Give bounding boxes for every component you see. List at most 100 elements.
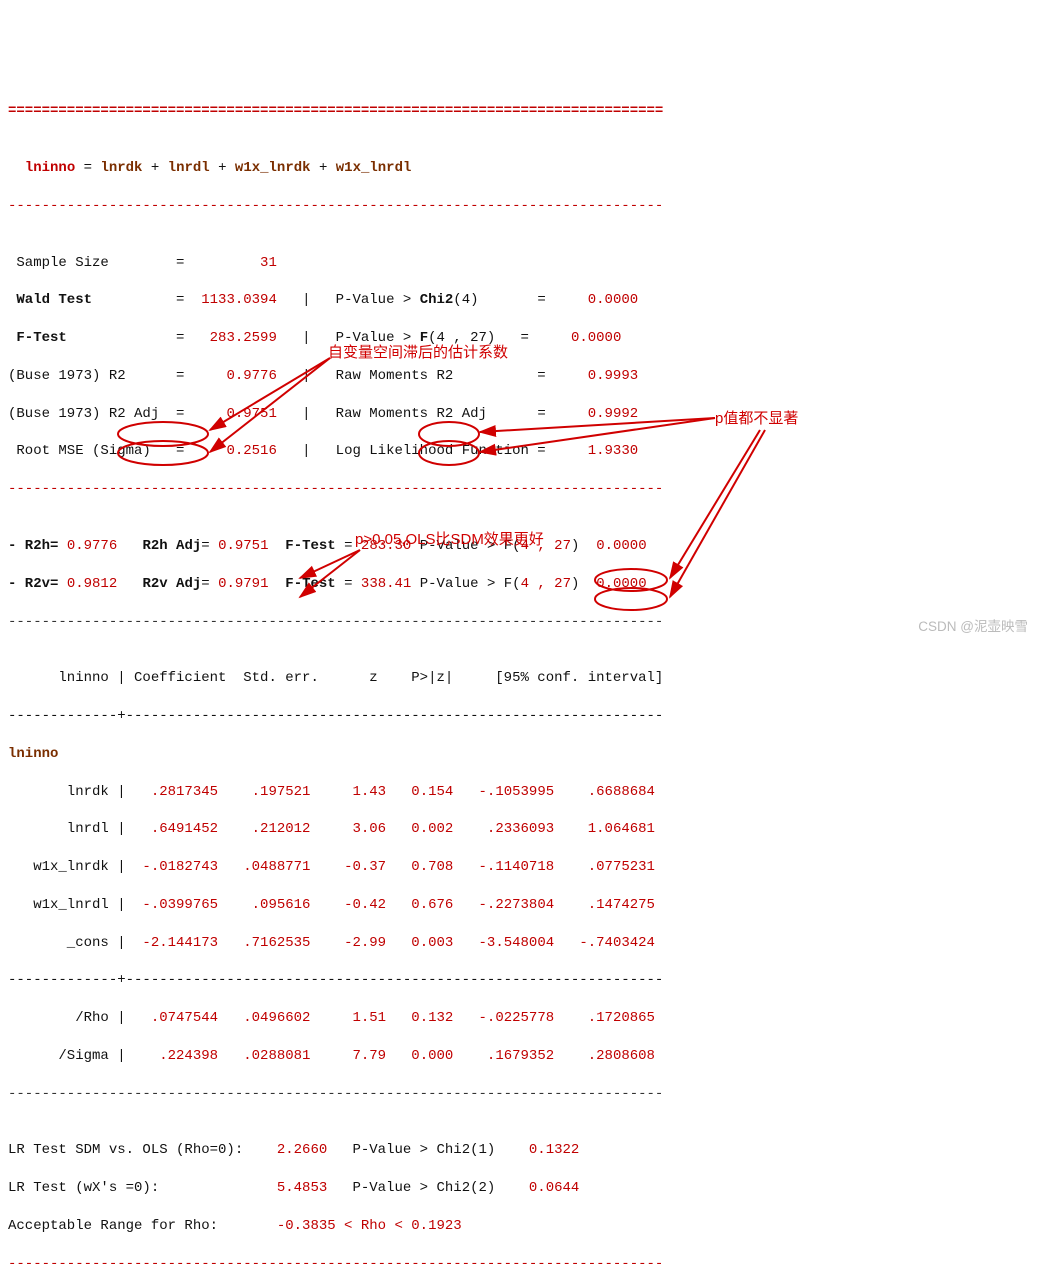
s: .197521 (218, 784, 310, 800)
n: _cons | (8, 935, 126, 951)
pvalue: 0.0000 (571, 330, 621, 346)
table-sep-1: -------------+--------------------------… (8, 707, 1032, 726)
lr-test-sdm-row: LR Test SDM vs. OLS (Rho=0): 2.2660 P-Va… (8, 1141, 1032, 1160)
rule-dash-bottom: ----------------------------------------… (8, 1255, 1032, 1274)
hi: .6688684 (554, 784, 655, 800)
label: Wald Test (8, 292, 92, 308)
pvalue-label: P-Value > (336, 292, 420, 308)
eq-t3: w1x_lnrdk (235, 160, 311, 176)
watermark: CSDN @泥壶映雪 (918, 618, 1028, 636)
p: 0.003 (386, 935, 453, 951)
raw-moments-adj: Raw Moments R2 Adj (336, 406, 487, 422)
sep: | (277, 330, 336, 346)
coef-row-sigma: /Sigma | .224398 .0288081 7.79 0.000 .16… (8, 1047, 1032, 1066)
lr-test-wx-row: LR Test (wX's =0): 5.4853 P-Value > Chi2… (8, 1179, 1032, 1198)
pvalue: 0.0000 (588, 292, 638, 308)
e: = (336, 576, 361, 592)
coef-row-w1x-lnrdk: w1x_lnrdk | -.0182743 .0488771 -0.37 0.7… (8, 858, 1032, 877)
lo: -3.548004 (453, 935, 554, 951)
z: 7.79 (310, 1048, 386, 1064)
hi: .1474275 (554, 897, 655, 913)
s: .095616 (218, 897, 310, 913)
lo: -.0225778 (453, 1010, 554, 1026)
z: -0.42 (310, 897, 386, 913)
lo: -.1140718 (453, 859, 554, 875)
c: = (201, 538, 218, 554)
tail: = (479, 292, 588, 308)
c: -.0182743 (126, 859, 218, 875)
mid: = (92, 292, 201, 308)
n: /Sigma | (8, 1048, 126, 1064)
annotation-lag-coeff: 自变量空间滞后的估计系数 (328, 343, 508, 363)
coef-row-rho: /Rho | .0747544 .0496602 1.51 0.132 -.02… (8, 1009, 1032, 1028)
h: ) (571, 576, 596, 592)
args: (4) (453, 292, 478, 308)
cv: 0.9791 (218, 576, 268, 592)
label: (Buse 1973) R2 = (8, 368, 226, 384)
log-likelihood: Log Likelihood Function = (336, 443, 588, 459)
hi: -.7403424 (554, 935, 655, 951)
rule-dash-2: ----------------------------------------… (8, 480, 1032, 499)
stat: 2.2660 (277, 1142, 327, 1158)
p: 0.676 (386, 897, 453, 913)
s: .7162535 (218, 935, 310, 951)
label: LR Test (wX's =0): (8, 1180, 277, 1196)
hi: 1.064681 (554, 821, 655, 837)
c: -2.144173 (126, 935, 218, 951)
annotation-ols-better: p>0.05,OLS比SDM效果更好 (355, 530, 544, 550)
p: 0.132 (386, 1010, 453, 1026)
range: -0.3835 < Rho < 0.1923 (277, 1218, 462, 1234)
p: 0.002 (386, 821, 453, 837)
lo: -.1053995 (453, 784, 554, 800)
value: 0.2516 (226, 443, 276, 459)
z: 3.06 (310, 821, 386, 837)
c: .6491452 (126, 821, 218, 837)
equation-line: lninno = lnrdk + lnrdl + w1x_lnrdk + w1x… (8, 159, 1032, 178)
hi: .1720865 (554, 1010, 655, 1026)
av: 0.9812 (67, 576, 117, 592)
g: 4 , 27 (521, 576, 571, 592)
c: .224398 (126, 1048, 218, 1064)
label: Root MSE (Sigma) = (8, 443, 226, 459)
mid: = (67, 330, 210, 346)
coef-row-w1x-lnrdl: w1x_lnrdl | -.0399765 .095616 -0.42 0.67… (8, 896, 1032, 915)
eq-op: = (75, 160, 100, 176)
tail: = (453, 368, 587, 384)
z: 1.43 (310, 784, 386, 800)
coef-row-lnrdl: lnrdl | .6491452 .212012 3.06 0.002 .233… (8, 820, 1032, 839)
pvalue: 0.0644 (529, 1180, 579, 1196)
eq-t4: w1x_lnrdl (336, 160, 412, 176)
buse-r2adj-row: (Buse 1973) R2 Adj = 0.9751 | Raw Moment… (8, 405, 1032, 424)
c: = (201, 576, 218, 592)
rvalue: 0.9992 (588, 406, 638, 422)
rule-dash-1: ----------------------------------------… (8, 197, 1032, 216)
z: -2.99 (310, 935, 386, 951)
pvalue: 0.1322 (529, 1142, 579, 1158)
z: 1.51 (310, 1010, 386, 1026)
sep: | (277, 406, 336, 422)
sep: | (277, 368, 336, 384)
f: P-Value > F( (411, 576, 520, 592)
value: 31 (260, 255, 277, 271)
label: Sample Size = (8, 255, 260, 271)
p: 0.000 (386, 1048, 453, 1064)
b: R2v Adj (117, 576, 201, 592)
section-label: lninno (8, 745, 1032, 764)
plus: + (210, 160, 235, 176)
eq-t1: lnrdk (100, 160, 142, 176)
b: R2h Adj (117, 538, 201, 554)
n: /Rho | (8, 1010, 126, 1026)
p: 0.154 (386, 784, 453, 800)
rvalue: 1.9330 (588, 443, 638, 459)
c: .0747544 (126, 1010, 218, 1026)
s: .0488771 (218, 859, 310, 875)
sep: | (277, 292, 336, 308)
value: 0.9751 (226, 406, 276, 422)
coef-row-lnrdk: lnrdk | .2817345 .197521 1.43 0.154 -.10… (8, 783, 1032, 802)
n: w1x_lnrdk | (8, 859, 126, 875)
lo: -.2273804 (453, 897, 554, 913)
a: - R2v= (8, 576, 67, 592)
n: lnrdk | (8, 784, 126, 800)
rule-table-bottom: ----------------------------------------… (8, 1085, 1032, 1104)
table-sep-2: -------------+--------------------------… (8, 971, 1032, 990)
